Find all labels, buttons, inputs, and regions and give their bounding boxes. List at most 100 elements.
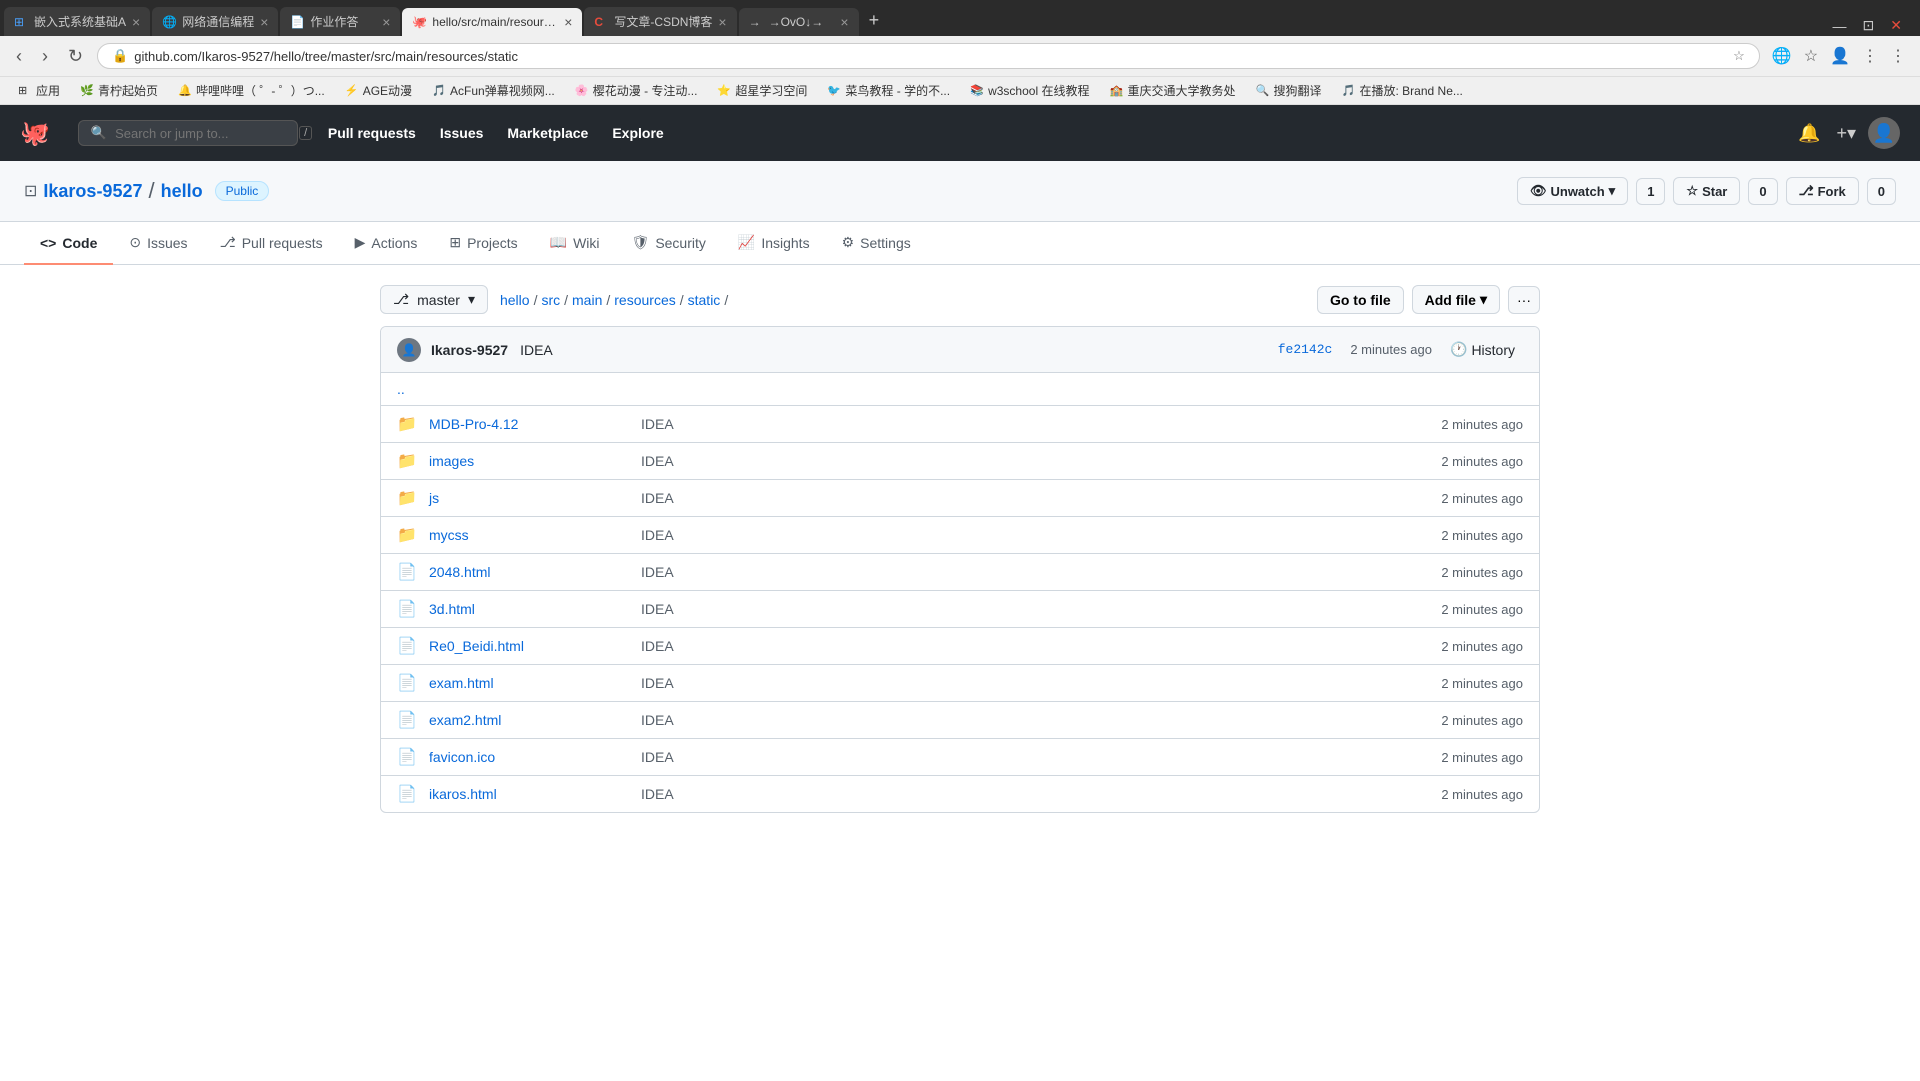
tab-close-4[interactable]: ×	[564, 14, 572, 30]
notifications-button[interactable]: 🔔	[1794, 119, 1824, 148]
reload-button[interactable]: ↻	[62, 44, 89, 69]
file-name-images[interactable]: images	[429, 453, 629, 469]
commit-author-name[interactable]: Ikaros-9527	[431, 342, 508, 358]
window-close[interactable]: ✕	[1884, 15, 1908, 36]
bookmark-cqjtu[interactable]: 🏫 重庆交通大学教务处	[1101, 80, 1243, 101]
create-button[interactable]: +▾	[1832, 119, 1860, 148]
star-count[interactable]: 0	[1748, 178, 1777, 205]
tab-close-2[interactable]: ×	[260, 14, 268, 30]
tab-insights[interactable]: 📈 Insights	[722, 222, 826, 265]
star-button[interactable]: ☆ Star	[1673, 177, 1740, 205]
translate-icon[interactable]: 🌐	[1768, 42, 1796, 70]
tab-close-5[interactable]: ×	[718, 14, 726, 30]
bookmark-label-cqjtu: 重庆交通大学教务处	[1127, 82, 1235, 99]
back-button[interactable]: ‹	[10, 44, 28, 69]
file-path-main[interactable]: main	[572, 292, 602, 308]
file-path-src[interactable]: src	[541, 292, 560, 308]
bookmark-acfun[interactable]: 🎵 AcFun弹幕视频网...	[424, 80, 563, 101]
window-minimize[interactable]: —	[1827, 16, 1853, 36]
tab-wiki[interactable]: 📖 Wiki	[534, 222, 616, 265]
file-name-mdb[interactable]: MDB-Pro-4.12	[429, 416, 629, 432]
file-name-2048[interactable]: 2048.html	[429, 564, 629, 580]
tab-settings[interactable]: ⚙ Settings	[826, 222, 927, 265]
commit-author-avatar[interactable]: 👤	[397, 338, 421, 362]
browser-tab-5[interactable]: C 写文章-CSDN博客 ×	[584, 7, 736, 36]
tab-security[interactable]: 🛡 Security	[616, 222, 722, 265]
new-tab-button[interactable]: +	[861, 6, 888, 35]
nav-explore[interactable]: Explore	[602, 119, 673, 147]
file-name-js[interactable]: js	[429, 490, 629, 506]
browser-tab-1[interactable]: ⊞ 嵌入式系统基础A ×	[4, 7, 150, 36]
file-path-resources[interactable]: resources	[614, 292, 675, 308]
tab-pr-label: Pull requests	[242, 235, 323, 251]
address-bar[interactable]: 🔒 github.com/Ikaros-9527/hello/tree/mast…	[97, 43, 1760, 69]
extension-icon[interactable]: ⋮	[1858, 42, 1882, 70]
nav-issues[interactable]: Issues	[430, 119, 494, 147]
file-name-ikaros[interactable]: ikaros.html	[429, 786, 629, 802]
file-name-exam[interactable]: exam.html	[429, 675, 629, 691]
file-name-3d[interactable]: 3d.html	[429, 601, 629, 617]
file-name-favicon[interactable]: favicon.ico	[429, 749, 629, 765]
profile-icon[interactable]: 👤	[1826, 42, 1854, 70]
add-file-button[interactable]: Add file ▾	[1412, 285, 1500, 314]
file-name-mycss[interactable]: mycss	[429, 527, 629, 543]
browser-tab-4-active[interactable]: 🐙 hello/src/main/resources/... ×	[402, 8, 582, 36]
forward-button[interactable]: ›	[36, 44, 54, 69]
repo-name-link[interactable]: hello	[161, 181, 203, 202]
file-path-static[interactable]: static	[688, 292, 721, 308]
history-button[interactable]: 🕐 History	[1442, 337, 1523, 362]
fork-count[interactable]: 0	[1867, 178, 1896, 205]
user-avatar[interactable]: 👤	[1868, 117, 1900, 149]
branch-selector[interactable]: ⎇ master ▾	[380, 285, 488, 314]
tab-title-3: 作业作答	[310, 13, 376, 30]
file-path-hello[interactable]: hello	[500, 292, 530, 308]
actions-icon: ▶	[355, 234, 366, 251]
nav-marketplace[interactable]: Marketplace	[497, 119, 598, 147]
bookmark-w3school[interactable]: 📚 w3school 在线教程	[962, 80, 1097, 101]
file-name-exam2[interactable]: exam2.html	[429, 712, 629, 728]
nav-pull-requests[interactable]: Pull requests	[318, 119, 426, 147]
github-logo[interactable]: 🐙	[20, 119, 50, 148]
tab-pull-requests[interactable]: ⎇ Pull requests	[204, 222, 339, 265]
tab-issues[interactable]: ⊙ Issues	[113, 222, 203, 265]
watch-count[interactable]: 1	[1636, 178, 1665, 205]
browser-tab-3[interactable]: 📄 作业作答 ×	[280, 7, 400, 36]
tab-projects[interactable]: ⊞ Projects	[433, 222, 533, 265]
bookmark-favicon-runoob: 🐦	[827, 84, 841, 98]
bookmark-sogou[interactable]: 🔍 搜狗翻译	[1247, 80, 1329, 101]
bookmark-sakura[interactable]: 🌸 樱花动漫 - 专注动...	[567, 80, 706, 101]
parent-dir-row[interactable]: ..	[381, 373, 1539, 406]
search-input[interactable]	[115, 126, 291, 141]
more-options-button[interactable]: ···	[1508, 286, 1540, 314]
bookmark-runoob[interactable]: 🐦 菜鸟教程 - 学的不...	[819, 80, 958, 101]
commit-hash[interactable]: fe2142c	[1278, 342, 1333, 357]
tab-close-6[interactable]: ×	[840, 14, 848, 30]
path-sep-5: /	[724, 292, 728, 308]
repo-owner-link[interactable]: Ikaros-9527	[43, 181, 142, 202]
file-commit-msg-exam: IDEA	[641, 675, 1361, 691]
tab-actions[interactable]: ▶ Actions	[339, 222, 434, 265]
tab-close-1[interactable]: ×	[132, 14, 140, 30]
commit-message: IDEA	[520, 342, 553, 358]
bookmark-chaoxing[interactable]: ⭐ 超星学习空间	[709, 80, 815, 101]
bookmark-icon[interactable]: ☆	[1800, 42, 1822, 70]
tab-code[interactable]: <> Code	[24, 223, 113, 265]
browser-tab-6[interactable]: → →OvO↓→ ×	[739, 8, 859, 36]
tab-close-3[interactable]: ×	[382, 14, 390, 30]
go-to-file-button[interactable]: Go to file	[1317, 286, 1404, 314]
window-maximize[interactable]: ⊡	[1857, 15, 1881, 36]
file-icon-favicon: 📄	[397, 747, 417, 767]
branch-chevron-icon: ▾	[468, 291, 475, 308]
bookmark-bilibili[interactable]: 🔔 哔哩哔哩（ ゜- ゜）つ...	[170, 80, 333, 101]
search-bar[interactable]: 🔍 /	[78, 120, 298, 146]
fork-button[interactable]: ⎇ Fork	[1786, 177, 1859, 205]
bookmark-age[interactable]: ⚡ AGE动漫	[337, 80, 420, 101]
more-icon[interactable]: ⋮	[1886, 42, 1910, 70]
watch-button[interactable]: 👁 Unwatch ▾	[1517, 177, 1628, 205]
browser-tab-2[interactable]: 🌐 网络通信编程 ×	[152, 7, 278, 36]
file-name-re0[interactable]: Re0_Beidi.html	[429, 638, 629, 654]
bookmark-apps[interactable]: ⊞ 应用	[10, 80, 68, 101]
bookmark-qingning[interactable]: 🌿 青柠起始页	[72, 80, 166, 101]
bookmark-music[interactable]: 🎵 在播放: Brand Ne...	[1334, 80, 1471, 101]
bookmark-star-icon[interactable]: ☆	[1733, 48, 1745, 64]
